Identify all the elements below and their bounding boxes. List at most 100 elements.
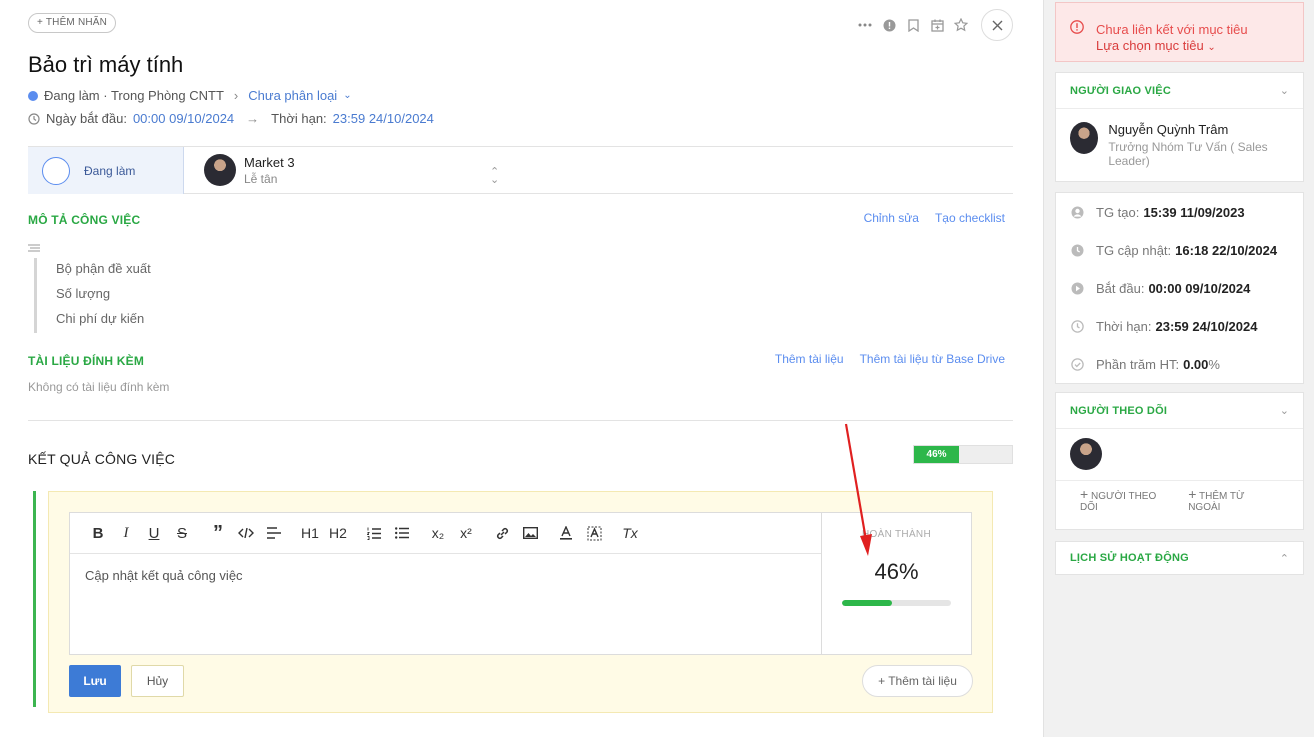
sort-updown-icon[interactable]: ⌃ ⌄	[490, 167, 499, 186]
align-left-icon[interactable]	[260, 521, 288, 545]
completion-label: HOÀN THÀNH	[862, 529, 931, 540]
subscript-button[interactable]: x₂	[424, 521, 452, 545]
completion-value[interactable]: 46%	[822, 559, 971, 585]
task-status-line: Đang làm · Trong Phòng CNTT › Chưa phân …	[28, 88, 352, 103]
created-time-row: TG tạo: 15:39 11/09/2023	[1056, 193, 1303, 231]
completion-slider[interactable]	[842, 600, 951, 606]
underline-button[interactable]: U	[140, 521, 168, 545]
deadline-value[interactable]: 23:59 24/10/2024	[333, 111, 434, 126]
history-header[interactable]: LỊCH SỬ HOẠT ĐỘNG ⌃	[1056, 542, 1303, 574]
info-label: Bắt đầu:	[1096, 280, 1145, 296]
deadline-row: Thời hạn: 23:59 24/10/2024	[1056, 307, 1303, 345]
bullet-list-icon[interactable]	[388, 521, 416, 545]
deadline-label: Thời hạn:	[271, 111, 327, 126]
task-detail-panel: + THÊM NHÃN Bảo trì máy tính Đang làm · …	[0, 0, 1043, 737]
category-dropdown[interactable]: Chưa phân loại	[248, 88, 337, 103]
status-label: Đang làm	[84, 163, 136, 178]
chevron-up-icon[interactable]: ⌃	[1280, 552, 1289, 565]
save-button[interactable]: Lưu	[69, 665, 121, 697]
chevron-right-icon: ›	[233, 88, 239, 103]
bold-button[interactable]: B	[84, 521, 112, 545]
chevron-down-icon[interactable]: ⌄	[1280, 84, 1289, 97]
info-label: Thời hạn:	[1096, 318, 1152, 334]
attachments-heading: TÀI LIỆU ĐÍNH KÈM	[28, 354, 145, 368]
text-lines-icon	[28, 244, 40, 252]
info-value: 15:39 11/09/2023	[1143, 204, 1245, 220]
assignee[interactable]: Market 3 Lễ tân ⌃ ⌄	[204, 154, 499, 186]
assigner-card: NGƯỜI GIAO VIỆC ⌄ Nguyễn Quỳnh Trâm Trưở…	[1055, 72, 1304, 182]
chevron-down-icon[interactable]: ⌄	[1280, 404, 1289, 417]
assigner-header[interactable]: NGƯỜI GIAO VIỆC ⌄	[1056, 73, 1303, 109]
close-icon	[992, 20, 1002, 30]
chevron-down-icon[interactable]: ⌄	[343, 90, 351, 101]
calendar-icon[interactable]	[929, 17, 945, 33]
no-attachments-text: Không có tài liệu đính kèm	[28, 380, 170, 394]
task-title: Bảo trì máy tính	[28, 52, 184, 77]
add-follower-button[interactable]: + NGƯỜI THEO DÕI	[1080, 486, 1176, 513]
close-button[interactable]	[981, 9, 1013, 41]
list-item: Bộ phận đề xuất	[56, 261, 151, 276]
text-color-icon[interactable]	[552, 521, 580, 545]
task-dates: Ngày bắt đầu: 00:00 09/10/2024 → Thời hạ…	[28, 111, 434, 126]
sidebar: Chưa liên kết với mục tiêu Lựa chọn mục …	[1043, 0, 1314, 737]
add-document-link[interactable]: Thêm tài liệu	[775, 352, 844, 366]
editor-placeholder[interactable]: Cập nhật kết quả công việc	[70, 554, 821, 597]
choose-goal-label: Lựa chọn mục tiêu	[1096, 38, 1204, 53]
add-external-label: THÊM TỪ NGOÀI	[1188, 490, 1245, 513]
updated-time-row: TG cập nhật: 16:18 22/10/2024	[1056, 231, 1303, 269]
cancel-button[interactable]: Hủy	[131, 665, 184, 697]
result-editor[interactable]: B I U S ” H1 H2 x₂ x² Tx Cập nhật kết qu…	[69, 512, 822, 655]
background-color-icon[interactable]	[580, 521, 608, 545]
edit-description-link[interactable]: Chỉnh sửa	[864, 211, 919, 225]
ordered-list-icon[interactable]	[360, 521, 388, 545]
status-selector[interactable]: Đang làm	[28, 147, 184, 194]
assignee-name: Market 3	[244, 154, 295, 170]
assigner-name: Nguyễn Quỳnh Trâm	[1108, 122, 1229, 137]
completion-box: HOÀN THÀNH 46%	[821, 512, 972, 655]
history-card: LỊCH SỬ HOẠT ĐỘNG ⌃	[1055, 541, 1304, 575]
assignee-role: Lễ tân	[244, 171, 278, 186]
clear-format-button[interactable]: Tx	[616, 521, 644, 545]
attachments-actions: Thêm tài liệu Thêm tài liệu từ Base Driv…	[775, 352, 1005, 366]
bookmark-icon[interactable]	[905, 17, 921, 33]
add-tag-button[interactable]: + THÊM NHÃN	[28, 13, 117, 33]
strike-button[interactable]: S	[168, 521, 196, 545]
quote-icon[interactable]: ”	[204, 521, 232, 545]
add-document-button[interactable]: + Thêm tài liệu	[862, 665, 973, 697]
info-icon[interactable]	[881, 17, 897, 33]
description-list: Bộ phận đề xuất Số lượng Chi phí dự kiến	[34, 258, 151, 333]
create-checklist-link[interactable]: Tạo checklist	[935, 211, 1005, 225]
info-label: TG tạo:	[1096, 204, 1140, 220]
results-heading: KẾT QUẢ CÔNG VIỆC	[28, 451, 176, 467]
plus-icon: +	[1080, 485, 1089, 502]
add-from-drive-link[interactable]: Thêm tài liệu từ Base Drive	[860, 352, 1005, 366]
heading2-button[interactable]: H2	[324, 521, 352, 545]
add-external-button[interactable]: + THÊM TỪ NGOÀI	[1188, 486, 1279, 513]
followers-header[interactable]: NGƯỜI THEO DÕI ⌄	[1056, 393, 1303, 429]
heading1-button[interactable]: H1	[296, 521, 324, 545]
more-icon[interactable]	[857, 17, 873, 33]
star-icon[interactable]	[953, 17, 969, 33]
follower-actions: + NGƯỜI THEO DÕI + THÊM TỪ NGOÀI	[1056, 481, 1303, 517]
alert-text: Chưa liên kết với mục tiêu	[1096, 22, 1248, 37]
info-card: TG tạo: 15:39 11/09/2023 TG cập nhật: 16:1…	[1055, 192, 1304, 384]
avatar	[204, 154, 236, 186]
start-value[interactable]: 00:00 09/10/2024	[133, 111, 234, 126]
choose-goal-link[interactable]: Lựa chọn mục tiêu ⌄	[1096, 38, 1216, 53]
assigner-heading: NGƯỜI GIAO VIỆC	[1070, 84, 1171, 97]
superscript-button[interactable]: x²	[452, 521, 480, 545]
history-heading: LỊCH SỬ HOẠT ĐỘNG	[1070, 552, 1189, 564]
italic-button[interactable]: I	[112, 521, 140, 545]
result-accent-bar	[33, 491, 36, 707]
status-bar: Đang làm Market 3 Lễ tân ⌃ ⌄	[28, 146, 1013, 194]
progress-fill: 46%	[914, 446, 960, 463]
user-icon	[1070, 205, 1084, 219]
code-icon[interactable]	[232, 521, 260, 545]
avatar[interactable]	[1070, 438, 1102, 470]
image-icon[interactable]	[516, 521, 544, 545]
editor-toolbar: B I U S ” H1 H2 x₂ x² Tx	[70, 513, 821, 554]
followers-card: NGƯỜI THEO DÕI ⌄ + NGƯỜI THEO DÕI + THÊM…	[1055, 392, 1304, 530]
divider	[28, 420, 1013, 421]
link-icon[interactable]	[488, 521, 516, 545]
info-value: 00:00 09/10/2024	[1148, 280, 1251, 296]
